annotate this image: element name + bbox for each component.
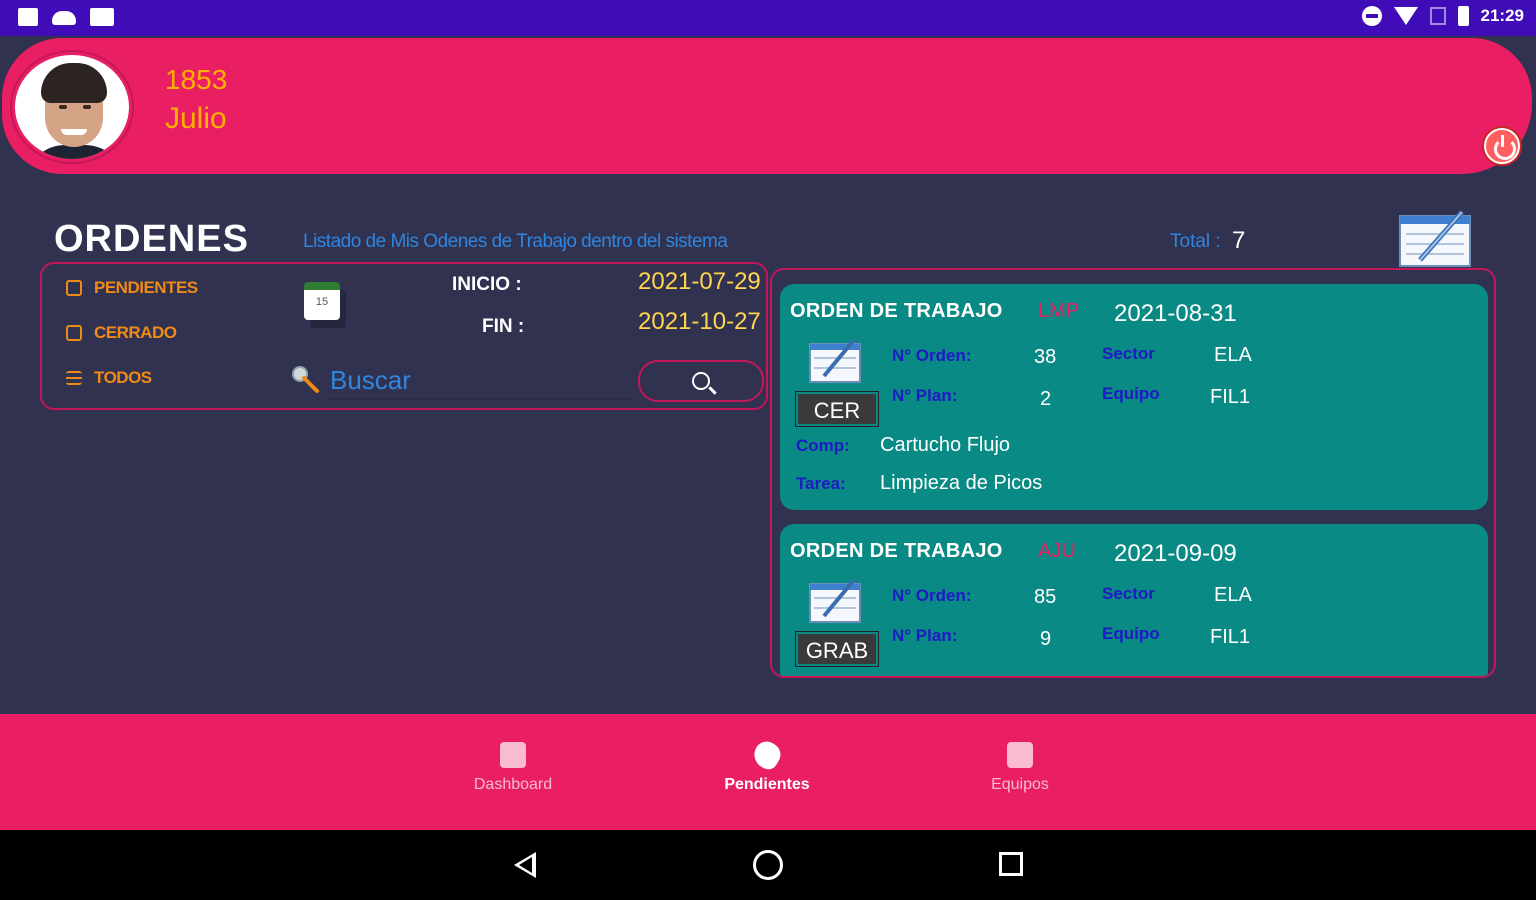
order-status-badge: CER bbox=[796, 392, 878, 426]
nav-pendientes[interactable]: Pendientes bbox=[702, 737, 832, 794]
plan-value: 9 bbox=[1040, 628, 1052, 650]
bottom-navigation: Dashboard Pendientes Equipos bbox=[0, 714, 1536, 830]
order-card[interactable]: ORDEN DE TRABAJO LMP 2021-08-31 CER N° O… bbox=[780, 284, 1488, 510]
sector-label: Sector bbox=[1102, 344, 1155, 363]
do-not-disturb-icon bbox=[1361, 6, 1382, 26]
fin-date[interactable]: 2021-10-27 bbox=[638, 308, 761, 336]
calendar-icon[interactable]: 15 bbox=[304, 282, 340, 320]
pending-icon bbox=[66, 280, 82, 296]
filter-cerrado[interactable]: CERRADO bbox=[66, 323, 177, 343]
filter-panel: PENDIENTES CERRADO TODOS 15 INICIO : 202… bbox=[40, 262, 768, 410]
user-name: Julio bbox=[165, 102, 227, 135]
order-date: 2021-08-31 bbox=[1114, 300, 1237, 327]
equipo-label: Equipo bbox=[1102, 384, 1160, 403]
order-code: AJU bbox=[1038, 540, 1076, 562]
order-status-badge: GRAB bbox=[796, 632, 878, 666]
recent-apps-icon[interactable] bbox=[999, 852, 1023, 876]
tarea-label: Tarea: bbox=[796, 474, 846, 493]
inicio-date[interactable]: 2021-07-29 bbox=[638, 268, 761, 296]
order-card[interactable]: ORDEN DE TRABAJO AJU 2021-09-09 GRAB N° … bbox=[780, 524, 1488, 676]
dashboard-icon bbox=[500, 742, 526, 768]
orders-list[interactable]: ORDEN DE TRABAJO LMP 2021-08-31 CER N° O… bbox=[770, 268, 1496, 678]
equipo-value: FIL1 bbox=[1210, 626, 1251, 648]
orden-value: 85 bbox=[1034, 586, 1057, 608]
order-document-icon bbox=[809, 578, 861, 623]
cloud-notification-icon bbox=[52, 11, 76, 25]
video-notification-icon bbox=[90, 8, 114, 26]
wifi-icon bbox=[1393, 7, 1418, 25]
system-status-icons: 21:29 bbox=[1361, 6, 1524, 26]
notification-icons bbox=[18, 8, 114, 26]
total-label: Total : bbox=[1170, 231, 1221, 252]
back-icon[interactable] bbox=[514, 852, 536, 878]
sector-value: ELA bbox=[1214, 584, 1252, 606]
system-navigation-bar bbox=[0, 830, 1536, 900]
tarea-value: Limpieza de Picos bbox=[880, 472, 1043, 494]
search-input[interactable] bbox=[330, 362, 630, 400]
page-title: ORDENES bbox=[54, 218, 249, 260]
filter-label: PENDIENTES bbox=[94, 278, 198, 297]
order-date: 2021-09-09 bbox=[1114, 540, 1237, 567]
user-id: 1853 bbox=[165, 64, 228, 95]
page-subtitle: Listado de Mis Odenes de Trabajo dentro … bbox=[303, 231, 728, 252]
sector-label: Sector bbox=[1102, 584, 1155, 603]
plan-label: N° Plan: bbox=[892, 626, 958, 645]
nav-dashboard[interactable]: Dashboard bbox=[448, 742, 578, 794]
search-icon bbox=[692, 372, 710, 390]
equipo-label: Equipo bbox=[1102, 624, 1160, 643]
equipo-value: FIL1 bbox=[1210, 386, 1251, 408]
status-bar: 21:29 bbox=[0, 0, 1536, 36]
closed-icon bbox=[66, 325, 82, 341]
comp-label: Comp: bbox=[796, 436, 850, 455]
nav-label: Equipos bbox=[991, 776, 1049, 793]
orden-label: N° Orden: bbox=[892, 586, 972, 605]
status-time: 21:29 bbox=[1480, 6, 1524, 25]
order-title: ORDEN DE TRABAJO bbox=[790, 300, 1003, 322]
nav-label: Pendientes bbox=[724, 776, 810, 793]
search-button[interactable] bbox=[638, 360, 764, 402]
wrench-search-icon bbox=[292, 366, 319, 393]
filter-pendientes[interactable]: PENDIENTES bbox=[66, 278, 198, 298]
gallery-notification-icon bbox=[18, 8, 38, 26]
order-code: LMP bbox=[1038, 300, 1080, 322]
equipment-icon bbox=[1007, 742, 1033, 768]
plan-label: N° Plan: bbox=[892, 386, 958, 405]
battery-icon bbox=[1457, 6, 1469, 26]
avatar[interactable] bbox=[12, 52, 132, 162]
sector-value: ELA bbox=[1214, 344, 1252, 366]
orden-value: 38 bbox=[1034, 346, 1057, 368]
filter-label: TODOS bbox=[94, 368, 152, 387]
new-order-notepad-icon[interactable] bbox=[1398, 210, 1472, 268]
total-value: 7 bbox=[1232, 227, 1246, 254]
nav-label: Dashboard bbox=[473, 776, 553, 793]
order-document-icon bbox=[809, 338, 861, 383]
menu-icon bbox=[66, 371, 82, 385]
logout-power-icon[interactable] bbox=[1484, 128, 1520, 164]
orden-label: N° Orden: bbox=[892, 346, 972, 365]
fin-label: FIN : bbox=[482, 316, 525, 337]
inicio-label: INICIO : bbox=[452, 274, 522, 295]
calendar-day: 15 bbox=[315, 296, 329, 308]
comp-value: Cartucho Flujo bbox=[880, 434, 1011, 456]
user-header: 1853 Julio bbox=[2, 38, 1532, 174]
nav-equipos[interactable]: Equipos bbox=[955, 742, 1085, 794]
filter-label: CERRADO bbox=[94, 323, 177, 342]
pin-icon bbox=[749, 737, 785, 773]
no-signal-icon bbox=[1429, 7, 1446, 25]
home-icon[interactable] bbox=[753, 850, 783, 880]
plan-value: 2 bbox=[1040, 388, 1052, 410]
filter-todos[interactable]: TODOS bbox=[66, 368, 152, 388]
order-title: ORDEN DE TRABAJO bbox=[790, 540, 1003, 562]
